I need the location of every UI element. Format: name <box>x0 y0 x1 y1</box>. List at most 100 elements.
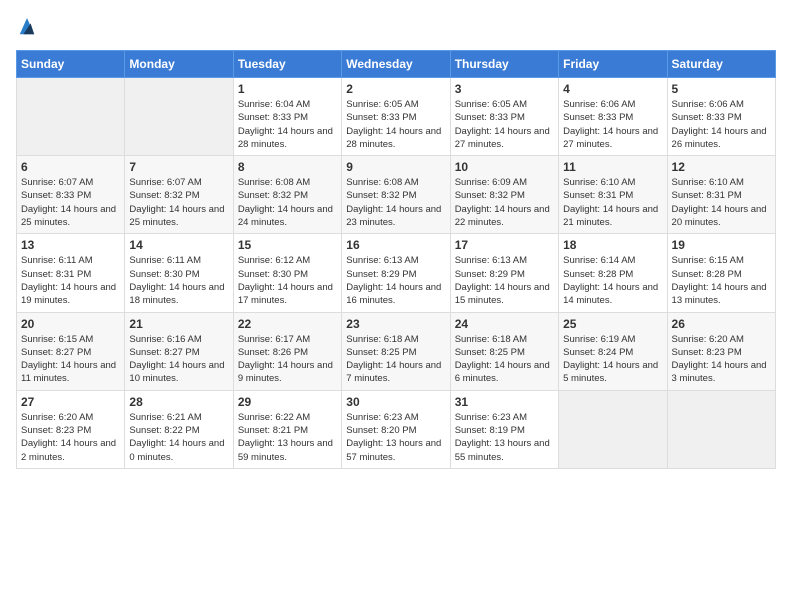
day-cell: 14 Sunrise: 6:11 AM Sunset: 8:30 PM Dayli… <box>125 234 233 312</box>
day-info: Sunrise: 6:15 AM Sunset: 8:27 PM Dayligh… <box>21 333 120 386</box>
day-number: 31 <box>455 395 554 409</box>
header-friday: Friday <box>559 51 667 78</box>
day-info: Sunrise: 6:07 AM Sunset: 8:33 PM Dayligh… <box>21 176 120 229</box>
day-cell: 16 Sunrise: 6:13 AM Sunset: 8:29 PM Dayli… <box>342 234 450 312</box>
day-cell: 26 Sunrise: 6:20 AM Sunset: 8:23 PM Dayli… <box>667 312 775 390</box>
day-number: 7 <box>129 160 228 174</box>
day-cell <box>125 78 233 156</box>
day-cell: 13 Sunrise: 6:11 AM Sunset: 8:31 PM Dayli… <box>17 234 125 312</box>
day-number: 17 <box>455 238 554 252</box>
day-cell: 18Sunrise: 6:14 AM Sunset: 8:28 PM Dayli… <box>559 234 667 312</box>
day-number: 1 <box>238 82 337 96</box>
day-cell: 27 Sunrise: 6:20 AM Sunset: 8:23 PM Dayli… <box>17 390 125 468</box>
day-info: Sunrise: 6:23 AM Sunset: 8:20 PM Dayligh… <box>346 411 445 464</box>
week-row-3: 13 Sunrise: 6:11 AM Sunset: 8:31 PM Dayli… <box>17 234 776 312</box>
day-info: Sunrise: 6:16 AM Sunset: 8:27 PM Dayligh… <box>129 333 228 386</box>
week-row-5: 27 Sunrise: 6:20 AM Sunset: 8:23 PM Dayli… <box>17 390 776 468</box>
day-info: Sunrise: 6:04 AM Sunset: 8:33 PM Dayligh… <box>238 98 337 151</box>
day-cell <box>559 390 667 468</box>
day-number: 28 <box>129 395 228 409</box>
day-number: 4 <box>563 82 662 96</box>
day-number: 22 <box>238 317 337 331</box>
day-info: Sunrise: 6:19 AM Sunset: 8:24 PM Dayligh… <box>563 333 662 386</box>
logo <box>16 16 40 38</box>
week-row-4: 20Sunrise: 6:15 AM Sunset: 8:27 PM Dayli… <box>17 312 776 390</box>
day-number: 8 <box>238 160 337 174</box>
day-info: Sunrise: 6:12 AM Sunset: 8:30 PM Dayligh… <box>238 254 337 307</box>
day-info: Sunrise: 6:11 AM Sunset: 8:31 PM Dayligh… <box>21 254 120 307</box>
day-number: 3 <box>455 82 554 96</box>
day-info: Sunrise: 6:11 AM Sunset: 8:30 PM Dayligh… <box>129 254 228 307</box>
week-row-1: 1 Sunrise: 6:04 AM Sunset: 8:33 PM Daylig… <box>17 78 776 156</box>
day-number: 24 <box>455 317 554 331</box>
day-cell: 6 Sunrise: 6:07 AM Sunset: 8:33 PM Daylig… <box>17 156 125 234</box>
day-info: Sunrise: 6:20 AM Sunset: 8:23 PM Dayligh… <box>672 333 771 386</box>
day-cell: 2 Sunrise: 6:05 AM Sunset: 8:33 PM Daylig… <box>342 78 450 156</box>
page-header <box>16 16 776 38</box>
day-cell: 20Sunrise: 6:15 AM Sunset: 8:27 PM Dayli… <box>17 312 125 390</box>
header-wednesday: Wednesday <box>342 51 450 78</box>
day-cell: 3Sunrise: 6:05 AM Sunset: 8:33 PM Daylig… <box>450 78 558 156</box>
day-cell: 25 Sunrise: 6:19 AM Sunset: 8:24 PM Dayli… <box>559 312 667 390</box>
day-number: 21 <box>129 317 228 331</box>
day-cell: 21 Sunrise: 6:16 AM Sunset: 8:27 PM Dayli… <box>125 312 233 390</box>
day-cell: 11 Sunrise: 6:10 AM Sunset: 8:31 PM Dayli… <box>559 156 667 234</box>
day-cell: 17 Sunrise: 6:13 AM Sunset: 8:29 PM Dayli… <box>450 234 558 312</box>
day-cell: 15 Sunrise: 6:12 AM Sunset: 8:30 PM Dayli… <box>233 234 341 312</box>
header-saturday: Saturday <box>667 51 775 78</box>
day-number: 10 <box>455 160 554 174</box>
day-info: Sunrise: 6:22 AM Sunset: 8:21 PM Dayligh… <box>238 411 337 464</box>
day-cell: 1 Sunrise: 6:04 AM Sunset: 8:33 PM Daylig… <box>233 78 341 156</box>
day-number: 6 <box>21 160 120 174</box>
day-number: 12 <box>672 160 771 174</box>
day-number: 16 <box>346 238 445 252</box>
day-info: Sunrise: 6:08 AM Sunset: 8:32 PM Dayligh… <box>238 176 337 229</box>
day-cell: 31 Sunrise: 6:23 AM Sunset: 8:19 PM Dayli… <box>450 390 558 468</box>
day-cell: 7Sunrise: 6:07 AM Sunset: 8:32 PM Daylig… <box>125 156 233 234</box>
day-number: 13 <box>21 238 120 252</box>
day-info: Sunrise: 6:09 AM Sunset: 8:32 PM Dayligh… <box>455 176 554 229</box>
day-cell: 30 Sunrise: 6:23 AM Sunset: 8:20 PM Dayli… <box>342 390 450 468</box>
day-cell <box>667 390 775 468</box>
day-number: 30 <box>346 395 445 409</box>
day-info: Sunrise: 6:20 AM Sunset: 8:23 PM Dayligh… <box>21 411 120 464</box>
day-number: 11 <box>563 160 662 174</box>
day-cell: 12 Sunrise: 6:10 AM Sunset: 8:31 PM Dayli… <box>667 156 775 234</box>
day-info: Sunrise: 6:18 AM Sunset: 8:25 PM Dayligh… <box>455 333 554 386</box>
day-info: Sunrise: 6:05 AM Sunset: 8:33 PM Dayligh… <box>346 98 445 151</box>
day-info: Sunrise: 6:10 AM Sunset: 8:31 PM Dayligh… <box>563 176 662 229</box>
day-number: 27 <box>21 395 120 409</box>
day-cell: 5Sunrise: 6:06 AM Sunset: 8:33 PM Daylig… <box>667 78 775 156</box>
day-info: Sunrise: 6:14 AM Sunset: 8:28 PM Dayligh… <box>563 254 662 307</box>
day-info: Sunrise: 6:17 AM Sunset: 8:26 PM Dayligh… <box>238 333 337 386</box>
logo-icon <box>18 16 36 38</box>
day-number: 23 <box>346 317 445 331</box>
day-cell: 9 Sunrise: 6:08 AM Sunset: 8:32 PM Daylig… <box>342 156 450 234</box>
day-info: Sunrise: 6:21 AM Sunset: 8:22 PM Dayligh… <box>129 411 228 464</box>
day-info: Sunrise: 6:08 AM Sunset: 8:32 PM Dayligh… <box>346 176 445 229</box>
day-info: Sunrise: 6:23 AM Sunset: 8:19 PM Dayligh… <box>455 411 554 464</box>
calendar-header-row: SundayMondayTuesdayWednesdayThursdayFrid… <box>17 51 776 78</box>
day-number: 15 <box>238 238 337 252</box>
day-cell: 10 Sunrise: 6:09 AM Sunset: 8:32 PM Dayli… <box>450 156 558 234</box>
header-tuesday: Tuesday <box>233 51 341 78</box>
day-cell: 19 Sunrise: 6:15 AM Sunset: 8:28 PM Dayli… <box>667 234 775 312</box>
day-info: Sunrise: 6:13 AM Sunset: 8:29 PM Dayligh… <box>455 254 554 307</box>
day-info: Sunrise: 6:15 AM Sunset: 8:28 PM Dayligh… <box>672 254 771 307</box>
day-info: Sunrise: 6:06 AM Sunset: 8:33 PM Dayligh… <box>672 98 771 151</box>
day-number: 2 <box>346 82 445 96</box>
day-number: 19 <box>672 238 771 252</box>
day-info: Sunrise: 6:06 AM Sunset: 8:33 PM Dayligh… <box>563 98 662 151</box>
day-cell: 24 Sunrise: 6:18 AM Sunset: 8:25 PM Dayli… <box>450 312 558 390</box>
header-thursday: Thursday <box>450 51 558 78</box>
day-number: 14 <box>129 238 228 252</box>
day-number: 9 <box>346 160 445 174</box>
day-info: Sunrise: 6:13 AM Sunset: 8:29 PM Dayligh… <box>346 254 445 307</box>
day-number: 25 <box>563 317 662 331</box>
day-cell: 8 Sunrise: 6:08 AM Sunset: 8:32 PM Daylig… <box>233 156 341 234</box>
day-cell: 22 Sunrise: 6:17 AM Sunset: 8:26 PM Dayli… <box>233 312 341 390</box>
day-cell: 29Sunrise: 6:22 AM Sunset: 8:21 PM Dayli… <box>233 390 341 468</box>
day-cell <box>17 78 125 156</box>
day-info: Sunrise: 6:10 AM Sunset: 8:31 PM Dayligh… <box>672 176 771 229</box>
day-number: 26 <box>672 317 771 331</box>
